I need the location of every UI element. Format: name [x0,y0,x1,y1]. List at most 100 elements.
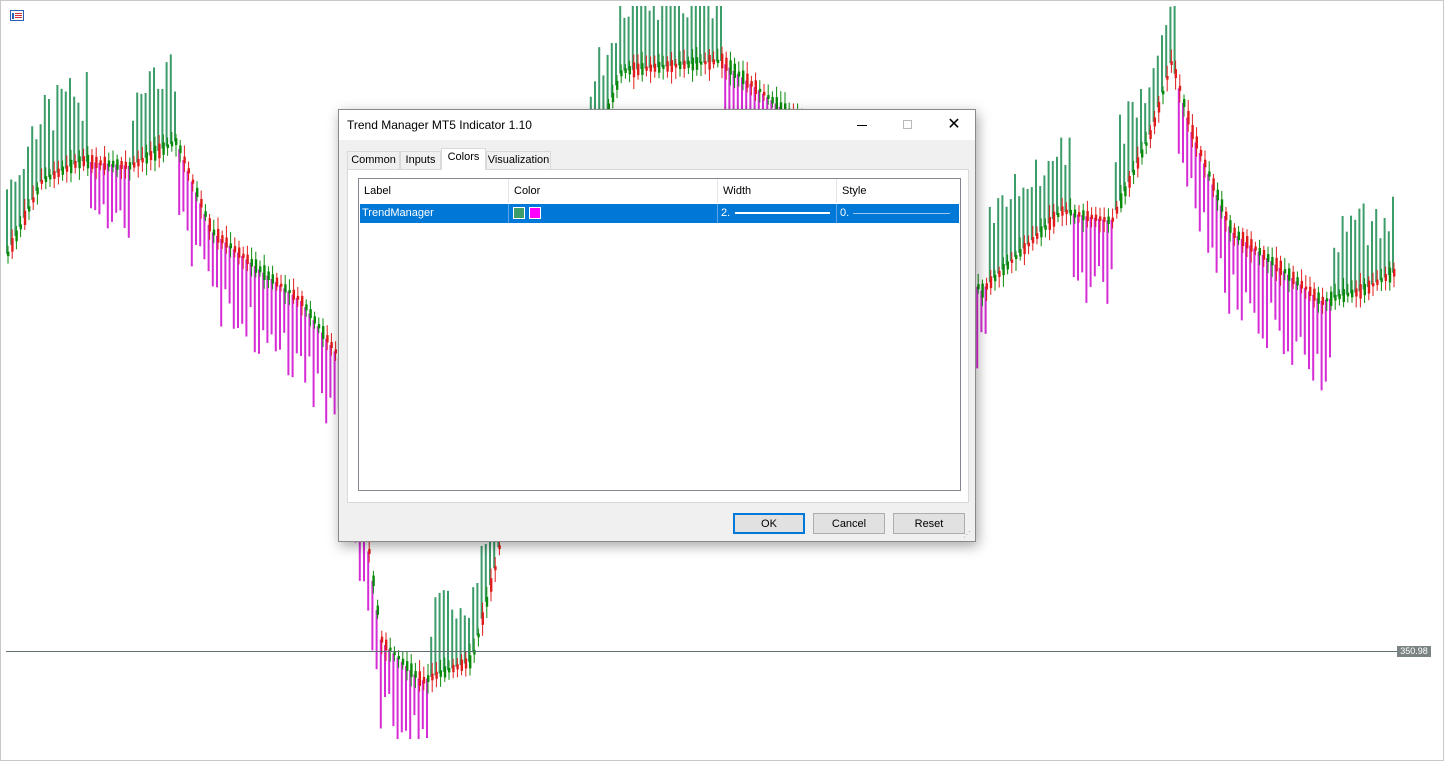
candle-body [653,63,657,72]
tab-inputs[interactable]: Inputs [400,151,441,169]
candle-body [99,160,102,166]
candle-body [212,229,216,236]
tab-colors[interactable]: Colors [441,148,486,170]
list-row[interactable]: TrendManager 2. 0. [360,204,959,223]
style-preview-line [853,213,950,214]
candle-body [1111,217,1114,222]
column-header-width[interactable]: Width [718,179,837,203]
candle-body [170,141,174,147]
candle-body [1157,101,1161,113]
candle-body [1191,125,1194,139]
candle-body [70,159,73,174]
candle-body [242,253,245,259]
list-header: Label Color Width Style [359,179,960,203]
ok-button[interactable]: OK [733,513,805,534]
candle-body [695,57,699,70]
candle-body [1330,291,1333,306]
candle-body [666,61,669,72]
candle-body [1027,242,1030,247]
candle-body [1233,227,1236,238]
candle-body [1187,110,1190,125]
candle-body [250,258,253,267]
candle-body [86,154,90,169]
candle-body [1384,274,1387,281]
candle-body [1073,209,1077,218]
candle-body [326,335,329,343]
candle-body [1019,248,1022,257]
candle-body [989,276,993,289]
candle-body [128,162,132,170]
candle-body [1271,256,1274,266]
color-swatch-down[interactable] [529,207,541,219]
candle-body [620,70,623,77]
candle-body [708,54,711,70]
candle-body [1002,264,1005,276]
candle-body [624,68,627,74]
candle-body [1275,257,1278,272]
reset-button[interactable]: Reset [893,513,965,534]
candle-body [1342,289,1345,303]
candle-body [1229,220,1232,233]
candle-body [53,170,56,179]
candle-body [1183,99,1186,107]
candle-body [1363,283,1366,296]
candle-body [1103,217,1106,222]
candle-body [1132,169,1135,175]
color-swatch-up[interactable] [513,207,525,219]
candle-body [1170,61,1173,65]
row-width-cell[interactable]: 2. [718,204,837,223]
price-label: 350.98 [1397,646,1431,657]
dialog-titlebar[interactable]: Trend Manager MT5 Indicator 1.10 ✕ [339,110,975,140]
candle-body [397,655,400,660]
candle-body [154,145,157,161]
candle-body [376,605,379,615]
candle-body [1279,260,1282,276]
style-value: 0. [840,207,850,219]
candle-body [1031,237,1035,244]
candle-body [1355,288,1358,297]
buffers-list[interactable]: Label Color Width Style TrendManager 2. … [358,178,961,491]
candle-body [763,91,766,96]
candle-body [317,324,321,329]
candle-body [221,235,224,244]
candle-body [498,545,501,549]
candle-body [1057,212,1060,218]
candle-body [322,326,325,339]
candle-body [1283,269,1287,274]
candle-body [1195,136,1198,149]
candle-body [15,230,18,242]
candle-body [460,659,463,671]
candle-body [175,138,178,145]
resize-grip-icon[interactable]: ⋰ [963,530,973,540]
minimize-button[interactable] [839,110,885,140]
row-style-cell[interactable]: 0. [837,204,959,223]
candle-body [733,63,736,78]
candle-body [716,59,720,64]
candle-body [481,612,484,625]
candle-body [1166,75,1169,80]
candle-body [1212,178,1215,191]
candle-body [679,61,682,69]
candle-body [137,158,140,167]
candle-body [1040,226,1043,238]
column-header-style[interactable]: Style [837,179,960,203]
tab-visualization[interactable]: Visualization [486,151,551,169]
candle-body [263,265,266,281]
candle-body [1204,159,1207,168]
candle-body [1107,216,1110,225]
dialog-button-bar: OK Cancel Reset [339,513,975,537]
row-color-cell[interactable] [509,204,718,223]
candle-body [95,156,98,169]
chart-menu-icon[interactable] [10,10,24,21]
candle-body [1023,243,1026,255]
candle-body [406,661,409,671]
tab-common[interactable]: Common [347,151,400,169]
column-header-color[interactable]: Color [509,179,718,203]
column-header-label[interactable]: Label [359,179,509,203]
candle-body [632,62,636,78]
candle-body [1010,259,1014,263]
candle-body [330,342,333,349]
cancel-button[interactable]: Cancel [813,513,885,534]
close-button[interactable]: ✕ [931,110,977,140]
candle-body [1288,268,1291,281]
